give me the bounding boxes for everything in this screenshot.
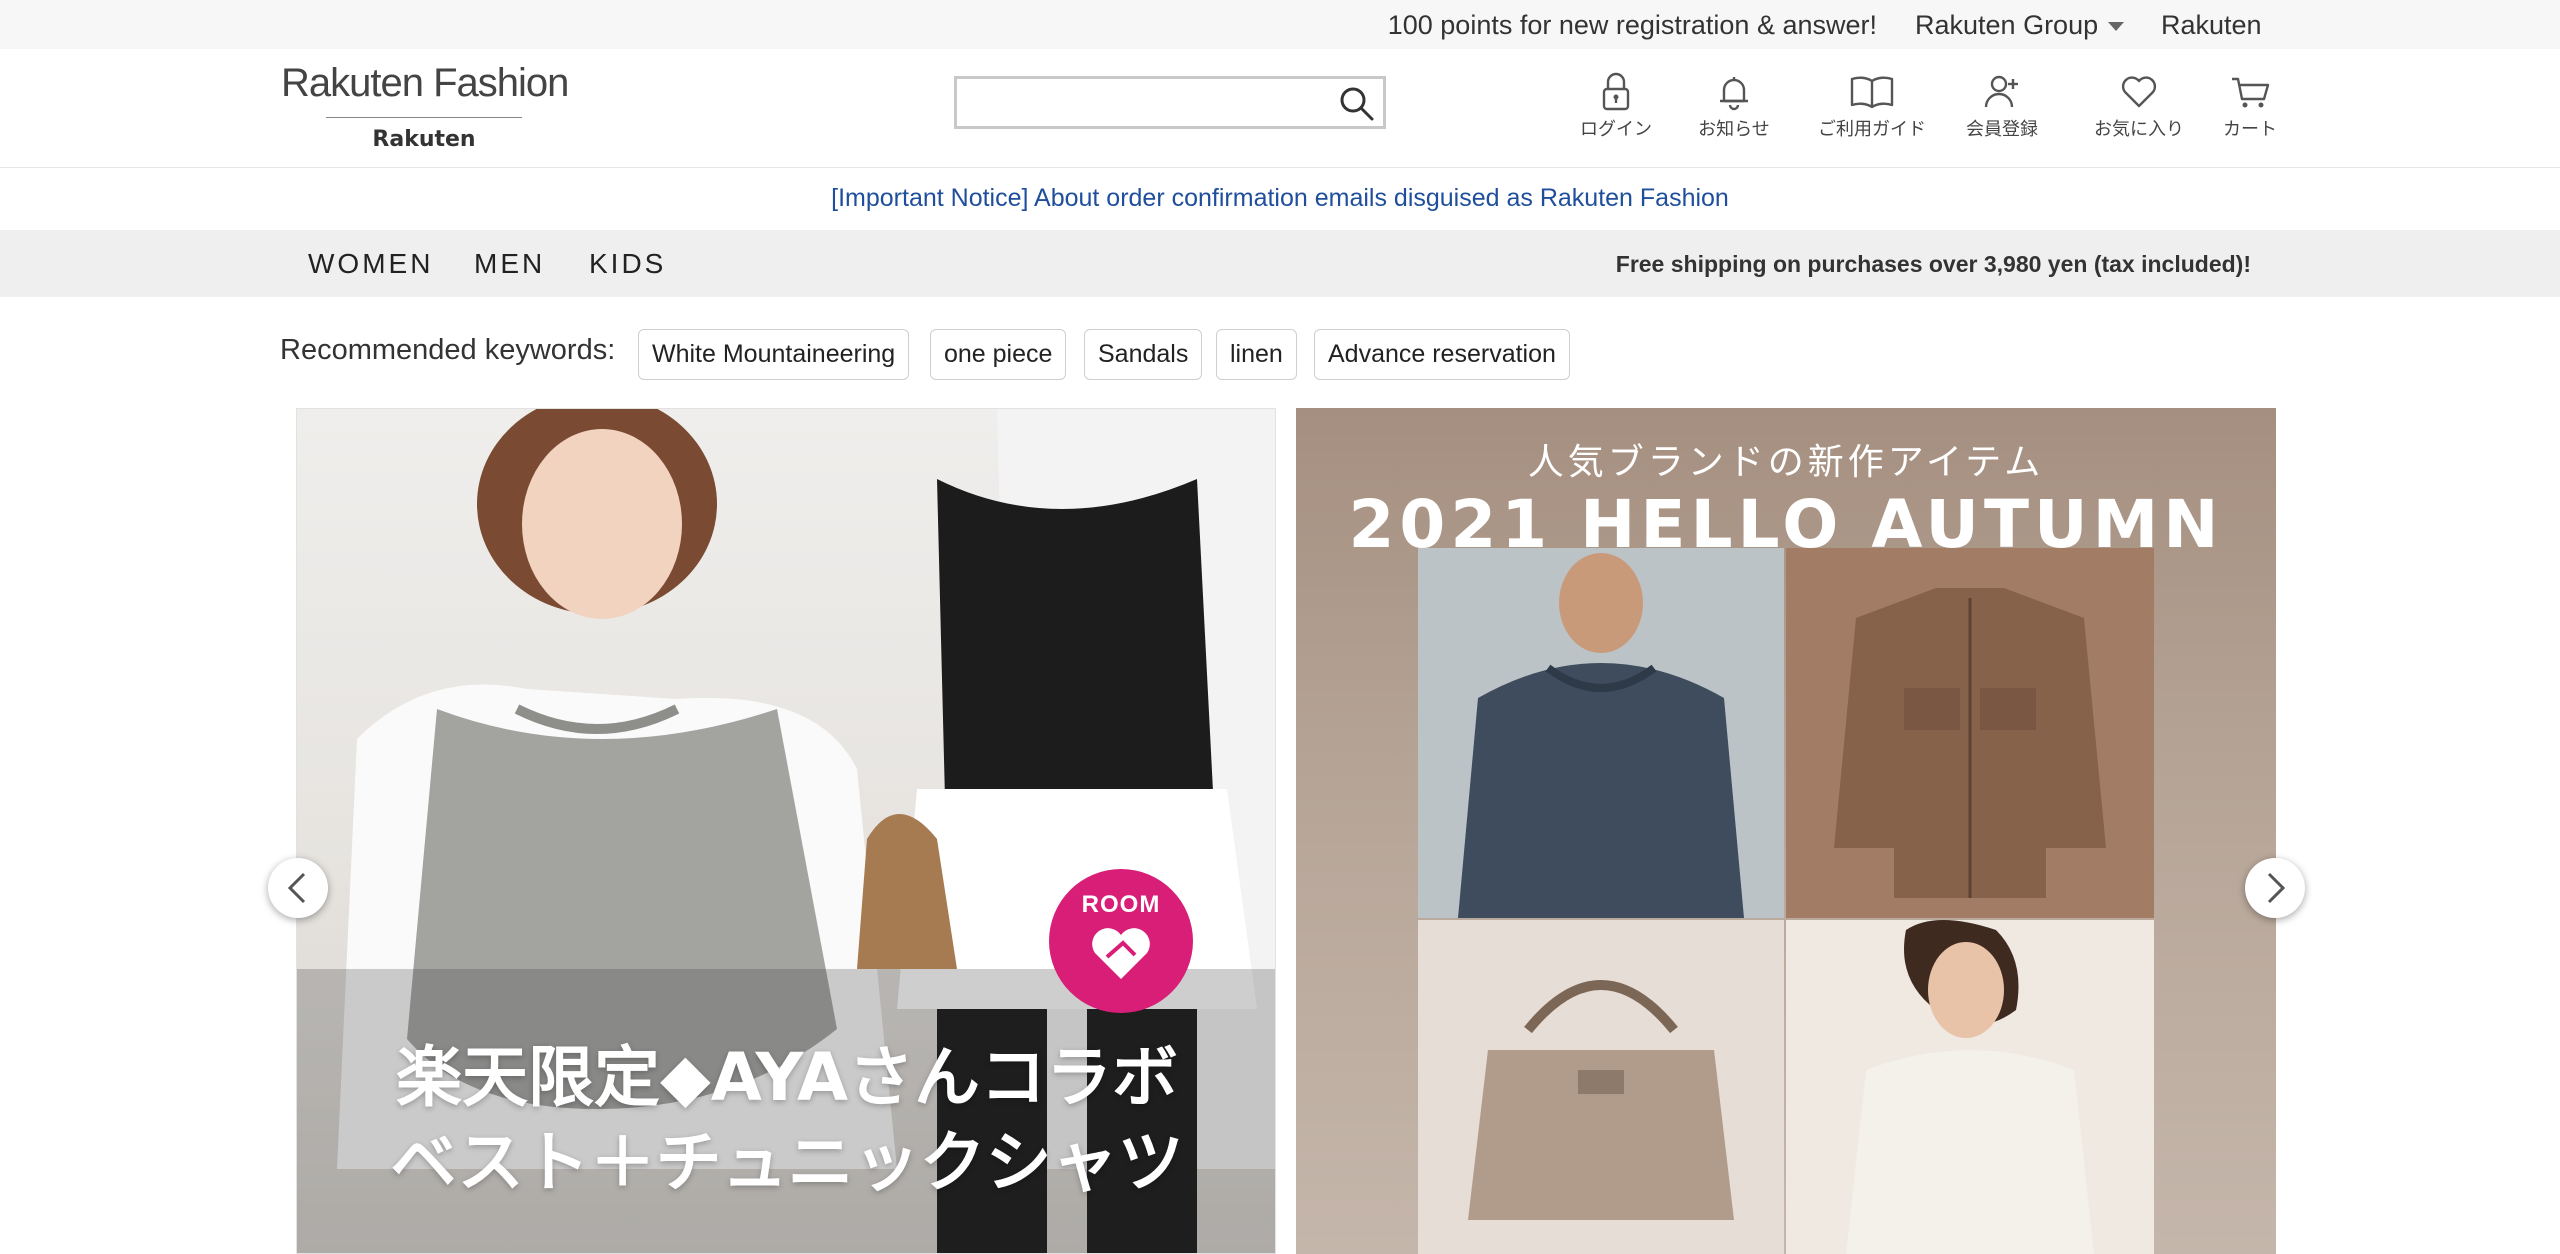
banner1-headline-line2: ベスト＋チュニックシャツ [390, 1124, 1184, 1201]
logo-wordmark: Rakuten Fashion [281, 61, 569, 105]
rakuten-group-menu[interactable]: Rakuten Group [1915, 10, 2125, 41]
promo-banner-aya-collab[interactable]: ROOM 楽天限定◆AYAさんコラボ ベスト＋チュニックシャツ [296, 408, 1276, 1254]
logo-subbrand: Rakuten [372, 127, 476, 152]
product-tile-hoodie [1418, 548, 1784, 918]
category-women[interactable]: WOMEN [308, 248, 433, 280]
product-tile-jacket [1786, 548, 2154, 918]
banner2-title: 2021 HELLO AUTUMN [1348, 486, 2224, 563]
rakuten-group-label: Rakuten Group [1915, 10, 2099, 40]
product-tile-knit [1786, 920, 2154, 1254]
register-label: 会員登録 [1966, 119, 2038, 140]
heart-hands-icon [1092, 928, 1150, 979]
site-header: Rakuten Fashion Rakuten ログイン お知らせ ご利用ガイド… [0, 49, 2560, 168]
registration-promo-link[interactable]: 100 points for new registration & answer… [1388, 10, 1877, 41]
room-badge-label: ROOM [1081, 891, 1161, 918]
cart-label: カート [2223, 119, 2277, 140]
search-icon[interactable] [1337, 84, 1377, 124]
favorites-button[interactable]: お気に入り [2085, 69, 2193, 141]
banner2-subtitle: 人気ブランドの新作アイテム [1527, 442, 2045, 483]
login-button[interactable]: ログイン [1575, 69, 1657, 141]
login-label: ログイン [1580, 119, 1652, 140]
free-shipping-message: Free shipping on purchases over 3,980 ye… [1615, 251, 2251, 277]
search-input[interactable] [965, 85, 1329, 121]
important-notice-link[interactable]: [Important Notice] About order confirmat… [831, 184, 1729, 213]
user-guide-label: ご利用ガイド [1818, 119, 1926, 140]
keyword-chip[interactable]: Advance reservation [1314, 329, 1570, 380]
bell-icon [1720, 77, 1748, 111]
user-plus-icon [1984, 75, 2018, 108]
keyword-chip[interactable]: linen [1216, 329, 1297, 380]
category-kids[interactable]: KIDS [589, 248, 666, 280]
caret-down-icon [2108, 22, 2125, 32]
rakuten-link[interactable]: Rakuten [2161, 10, 2262, 41]
user-guide-button[interactable]: ご利用ガイド [1813, 69, 1931, 141]
carousel-next-button[interactable] [2245, 858, 2305, 918]
search-box [954, 76, 1386, 129]
chevron-right-icon [2267, 872, 2286, 904]
room-badge: ROOM [1049, 869, 1193, 1013]
product-tile-bag [1418, 920, 1784, 1254]
keyword-chip[interactable]: White Mountaineering [638, 329, 910, 380]
promo-banner-hello-autumn[interactable]: 人気ブランドの新作アイテム 2021 HELLO AUTUMN [1296, 408, 2276, 1254]
banner1-headline-line1: 楽天限定◆AYAさんコラボ [395, 1039, 1179, 1116]
category-bar: WOMEN MEN KIDS Free shipping on purchase… [0, 230, 2560, 297]
heart-icon [2121, 76, 2157, 108]
recommended-keywords-label: Recommended keywords: [280, 334, 616, 366]
notifications-button[interactable]: お知らせ [1693, 69, 1775, 141]
keyword-chip[interactable]: one piece [930, 329, 1067, 380]
notice-bar: [Important Notice] About order confirmat… [0, 168, 2560, 230]
register-button[interactable]: 会員登録 [1957, 69, 2047, 141]
logo-divider [326, 117, 522, 118]
carousel-prev-button[interactable] [268, 858, 328, 918]
category-men[interactable]: MEN [474, 248, 545, 280]
chevron-left-icon [287, 872, 306, 904]
notifications-label: お知らせ [1698, 119, 1770, 140]
cart-button[interactable]: カート [2217, 69, 2283, 141]
favorites-label: お気に入り [2094, 119, 2184, 140]
lock-icon [1602, 72, 1630, 111]
book-icon [1850, 76, 1894, 109]
top-utility-bar: 100 points for new registration & answer… [0, 0, 2560, 49]
cart-icon [2232, 77, 2270, 108]
rakuten-fashion-logo[interactable]: Rakuten Fashion Rakuten [281, 61, 569, 153]
keyword-chip[interactable]: Sandals [1084, 329, 1203, 380]
